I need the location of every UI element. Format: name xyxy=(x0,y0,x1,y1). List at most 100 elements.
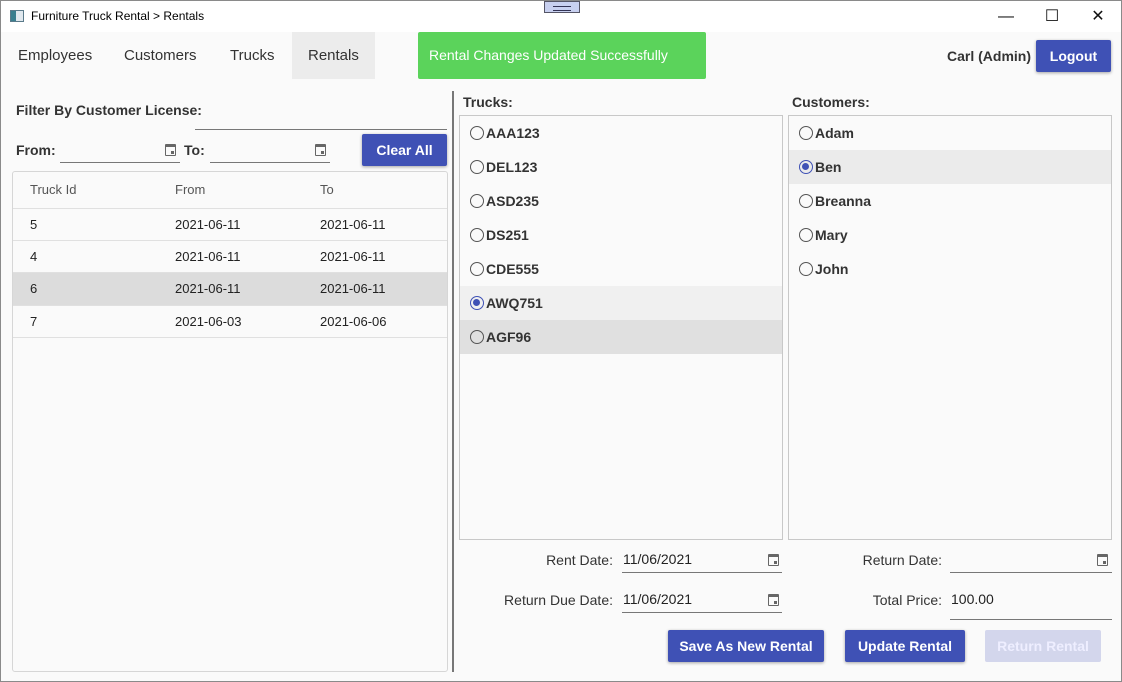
column-header-to[interactable]: To xyxy=(320,172,334,208)
user-name: Carl (Admin) xyxy=(947,48,1031,64)
return-due-date-value: 11/06/2021 xyxy=(623,591,693,607)
return-due-date-input[interactable] xyxy=(622,612,782,613)
to-date-input[interactable] xyxy=(210,161,330,163)
truck-label: DS251 xyxy=(486,227,529,243)
success-toast: Rental Changes Updated Successfully xyxy=(418,32,706,79)
truck-option[interactable]: DEL123 xyxy=(460,150,782,184)
return-date-input[interactable] xyxy=(950,572,1112,573)
customers-label: Customers: xyxy=(792,94,870,110)
radio-icon[interactable] xyxy=(799,262,813,276)
truck-option[interactable]: AGF96 xyxy=(460,320,782,354)
cell-to: 2021-06-11 xyxy=(320,249,386,264)
license-filter-label: Filter By Customer License: xyxy=(16,102,202,118)
panel-splitter[interactable] xyxy=(452,91,454,672)
radio-icon[interactable] xyxy=(470,194,484,208)
close-button[interactable]: ✕ xyxy=(1075,1,1121,32)
return-rental-button: Return Rental xyxy=(985,630,1101,662)
customer-option-selected[interactable]: Ben xyxy=(789,150,1111,184)
column-header-from[interactable]: From xyxy=(175,172,205,208)
cell-to: 2021-06-06 xyxy=(320,314,387,329)
cell-truck-id: 6 xyxy=(30,281,38,296)
radio-icon[interactable] xyxy=(470,262,484,276)
radio-icon[interactable] xyxy=(470,126,484,140)
customer-label: Breanna xyxy=(815,193,872,209)
drag-handle[interactable] xyxy=(544,1,580,13)
calendar-icon[interactable] xyxy=(315,144,326,156)
return-due-date-label: Return Due Date: xyxy=(504,592,613,608)
cell-from: 2021-06-11 xyxy=(175,217,241,232)
rentals-table: Truck Id From To 5 2021-06-11 2021-06-11 4… xyxy=(12,171,448,672)
save-new-rental-button[interactable]: Save As New Rental xyxy=(668,630,824,662)
tab-trucks[interactable]: Trucks xyxy=(214,32,290,79)
truck-label: AGF96 xyxy=(486,329,532,345)
calendar-icon[interactable] xyxy=(165,144,176,156)
radio-checked-icon[interactable] xyxy=(470,296,484,310)
trucks-label: Trucks: xyxy=(463,94,513,110)
radio-icon[interactable] xyxy=(470,330,484,344)
cell-to: 2021-06-11 xyxy=(320,217,386,232)
truck-label: DEL123 xyxy=(486,159,538,175)
radio-icon[interactable] xyxy=(470,228,484,242)
truck-label: CDE555 xyxy=(486,261,539,277)
truck-option[interactable]: DS251 xyxy=(460,218,782,252)
tab-rentals[interactable]: Rentals xyxy=(292,32,375,79)
rent-date-label: Rent Date: xyxy=(546,552,613,568)
table-row[interactable]: 7 2021-06-03 2021-06-06 xyxy=(13,305,447,338)
trucks-list: AAA123 DEL123 ASD235 DS251 CDE555 AWQ751… xyxy=(459,115,783,540)
radio-icon[interactable] xyxy=(470,160,484,174)
maximize-button[interactable]: ☐ xyxy=(1029,1,1075,32)
from-label: From: xyxy=(16,142,56,158)
table-row-selected[interactable]: 6 2021-06-11 2021-06-11 xyxy=(13,272,447,305)
truck-label: AWQ751 xyxy=(486,295,543,311)
tab-customers[interactable]: Customers xyxy=(108,32,213,79)
rent-date-input[interactable] xyxy=(622,572,782,573)
radio-icon[interactable] xyxy=(799,228,813,242)
customer-option[interactable]: Mary xyxy=(789,218,1111,252)
truck-option[interactable]: ASD235 xyxy=(460,184,782,218)
cell-to: 2021-06-11 xyxy=(320,281,386,296)
title-bar: Furniture Truck Rental > Rentals — ☐ ✕ xyxy=(1,1,1121,32)
radio-checked-icon[interactable] xyxy=(799,160,813,174)
total-price-value: 100.00 xyxy=(951,591,994,607)
total-price-label: Total Price: xyxy=(872,592,942,608)
window-title: Furniture Truck Rental > Rentals xyxy=(31,9,205,23)
customer-option[interactable]: Breanna xyxy=(789,184,1111,218)
customer-label: Adam xyxy=(815,125,854,141)
tab-employees[interactable]: Employees xyxy=(2,32,108,79)
customer-option[interactable]: John xyxy=(789,252,1111,286)
radio-icon[interactable] xyxy=(799,126,813,140)
customers-list: Adam Ben Breanna Mary John xyxy=(788,115,1112,540)
rent-date-value: 11/06/2021 xyxy=(623,551,693,567)
minimize-button[interactable]: — xyxy=(983,1,1029,32)
table-row[interactable]: 5 2021-06-11 2021-06-11 xyxy=(13,208,447,241)
cell-from: 2021-06-03 xyxy=(175,314,242,329)
truck-option[interactable]: AAA123 xyxy=(460,116,782,150)
total-price-input[interactable] xyxy=(950,619,1112,620)
logout-button[interactable]: Logout xyxy=(1036,40,1111,72)
customer-label: Ben xyxy=(815,159,842,175)
license-filter-input[interactable] xyxy=(195,128,447,130)
truck-option-selected[interactable]: AWQ751 xyxy=(460,286,782,320)
customer-label: Mary xyxy=(815,227,848,243)
truck-label: ASD235 xyxy=(486,193,539,209)
to-label: To: xyxy=(184,142,205,158)
column-header-truck-id[interactable]: Truck Id xyxy=(30,172,76,208)
customer-label: John xyxy=(815,261,849,277)
truck-option[interactable]: CDE555 xyxy=(460,252,782,286)
table-row[interactable]: 4 2021-06-11 2021-06-11 xyxy=(13,240,447,273)
app-window: Furniture Truck Rental > Rentals — ☐ ✕ E… xyxy=(0,0,1122,682)
radio-icon[interactable] xyxy=(799,194,813,208)
from-date-input[interactable] xyxy=(60,161,180,163)
cell-from: 2021-06-11 xyxy=(175,249,241,264)
cell-truck-id: 4 xyxy=(30,249,38,264)
cell-from: 2021-06-11 xyxy=(175,281,241,296)
cell-truck-id: 7 xyxy=(30,314,38,329)
cell-truck-id: 5 xyxy=(30,217,38,232)
return-date-label: Return Date: xyxy=(862,552,942,568)
clear-all-button[interactable]: Clear All xyxy=(362,134,447,166)
truck-label: AAA123 xyxy=(486,125,540,141)
customer-option[interactable]: Adam xyxy=(789,116,1111,150)
update-rental-button[interactable]: Update Rental xyxy=(845,630,965,662)
app-icon xyxy=(10,10,24,22)
calendar-icon[interactable] xyxy=(1097,554,1108,566)
